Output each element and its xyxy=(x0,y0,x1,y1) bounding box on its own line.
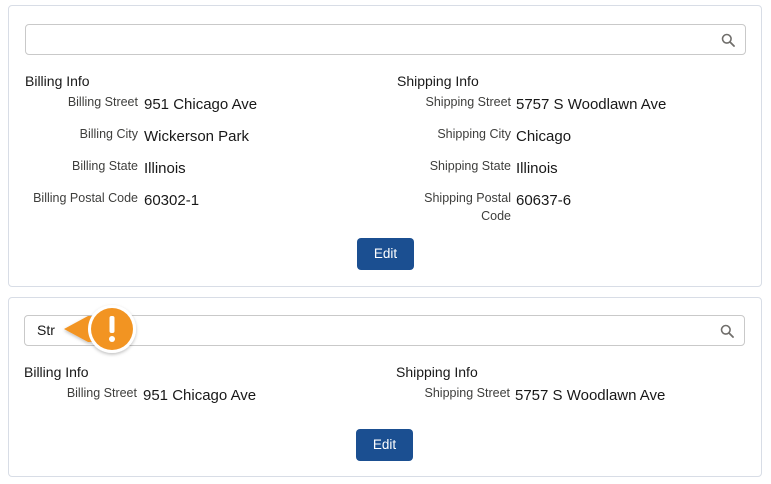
shipping-street-value: 5757 S Woodlawn Ave xyxy=(515,387,666,404)
shipping-postal-code-label-line1: Shipping Postal xyxy=(424,191,511,205)
shipping-state-value: Illinois xyxy=(516,160,558,177)
billing-city-label: Billing City xyxy=(79,127,138,141)
shipping-street-value: 5757 S Woodlawn Ave xyxy=(516,96,667,113)
shipping-postal-code-value: 60637-6 xyxy=(516,192,572,209)
billing-postal-code-label: Billing Postal Code xyxy=(33,191,138,205)
billing-city-value: Wickerson Park xyxy=(144,128,250,145)
billing-info-heading: Billing Info xyxy=(24,364,89,380)
search-icon[interactable] xyxy=(720,324,734,338)
warning-exclamation-icon xyxy=(64,305,136,353)
address-card-full: Billing Info Shipping Info Billing Stree… xyxy=(8,5,762,287)
billing-street-value: 951 Chicago Ave xyxy=(144,96,258,113)
shipping-street-label: Shipping Street xyxy=(424,386,510,400)
billing-street-label: Billing Street xyxy=(67,95,138,109)
billing-postal-code-value: 60302-1 xyxy=(144,192,200,209)
shipping-postal-code-label-line2: Code xyxy=(481,209,511,223)
shipping-city-label: Shipping City xyxy=(437,127,511,141)
billing-street-label: Billing Street xyxy=(66,386,137,400)
field-search-input[interactable] xyxy=(25,24,746,55)
billing-info-heading: Billing Info xyxy=(25,73,90,89)
billing-state-value: Illinois xyxy=(144,160,186,177)
shipping-street-label: Shipping Street xyxy=(425,95,511,109)
billing-street-value: 951 Chicago Ave xyxy=(143,387,257,404)
edit-button[interactable]: Edit xyxy=(357,238,414,270)
shipping-info-heading: Shipping Info xyxy=(396,364,478,380)
search-input-value: Str xyxy=(37,322,55,338)
edit-button[interactable]: Edit xyxy=(356,429,413,461)
shipping-info-heading: Shipping Info xyxy=(397,73,479,89)
shipping-state-label: Shipping State xyxy=(429,159,511,173)
search-icon[interactable] xyxy=(721,33,735,47)
billing-state-label: Billing State xyxy=(71,159,138,173)
shipping-city-value: Chicago xyxy=(516,128,572,145)
warning-callout xyxy=(64,305,136,353)
